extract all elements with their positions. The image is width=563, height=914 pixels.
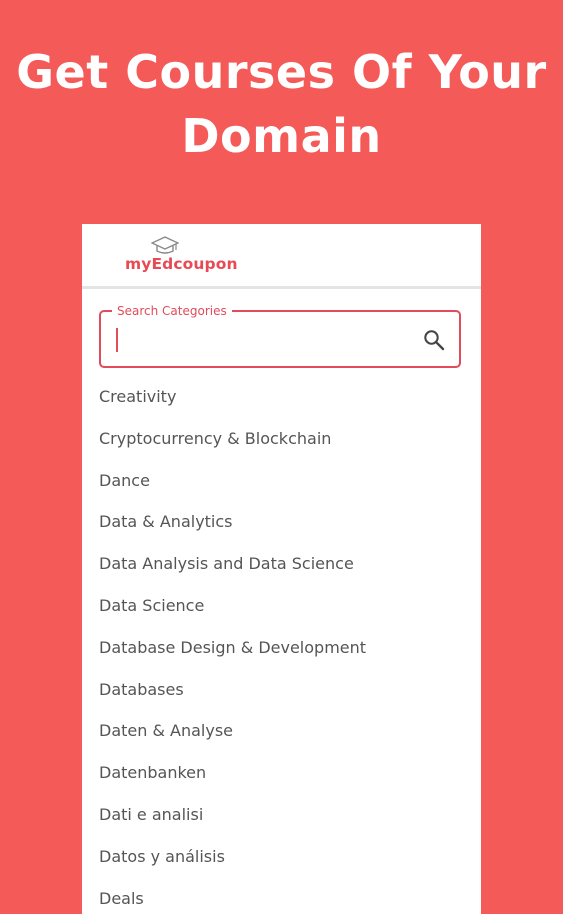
search-input[interactable] — [115, 324, 405, 354]
search-icon[interactable] — [423, 329, 445, 351]
category-item[interactable]: Data & Analytics — [82, 501, 481, 543]
text-caret — [116, 328, 118, 352]
category-item[interactable]: Datos y análisis — [82, 836, 481, 878]
category-item[interactable]: Datenbanken — [82, 752, 481, 794]
headline-line-2: Domain — [181, 109, 382, 163]
headline-line-1: Get Courses Of Your — [16, 45, 547, 99]
category-item[interactable]: Databases — [82, 669, 481, 711]
category-item[interactable]: Dati e analisi — [82, 794, 481, 836]
category-item[interactable]: Data Science — [82, 585, 481, 627]
logo-text: myEdcoupon — [125, 255, 238, 273]
category-item[interactable]: Dance — [82, 460, 481, 502]
app-screen: myEdcoupon Search Categories Creativity … — [82, 224, 481, 914]
category-item[interactable]: Data Analysis and Data Science — [82, 543, 481, 585]
app-logo: myEdcoupon — [125, 236, 245, 276]
search-label: Search Categories — [112, 303, 232, 319]
category-item[interactable]: Cryptocurrency & Blockchain — [82, 418, 481, 460]
category-item[interactable]: Database Design & Development — [82, 627, 481, 669]
category-item[interactable]: Deals — [82, 878, 481, 914]
category-item[interactable]: Creativity — [82, 376, 481, 418]
category-item[interactable]: Daten & Analyse — [82, 710, 481, 752]
category-list: Creativity Cryptocurrency & Blockchain D… — [82, 376, 481, 914]
search-categories-field[interactable]: Search Categories — [99, 303, 461, 368]
promo-headline: Get Courses Of Your Domain — [0, 40, 563, 168]
app-bar: myEdcoupon — [82, 224, 481, 289]
